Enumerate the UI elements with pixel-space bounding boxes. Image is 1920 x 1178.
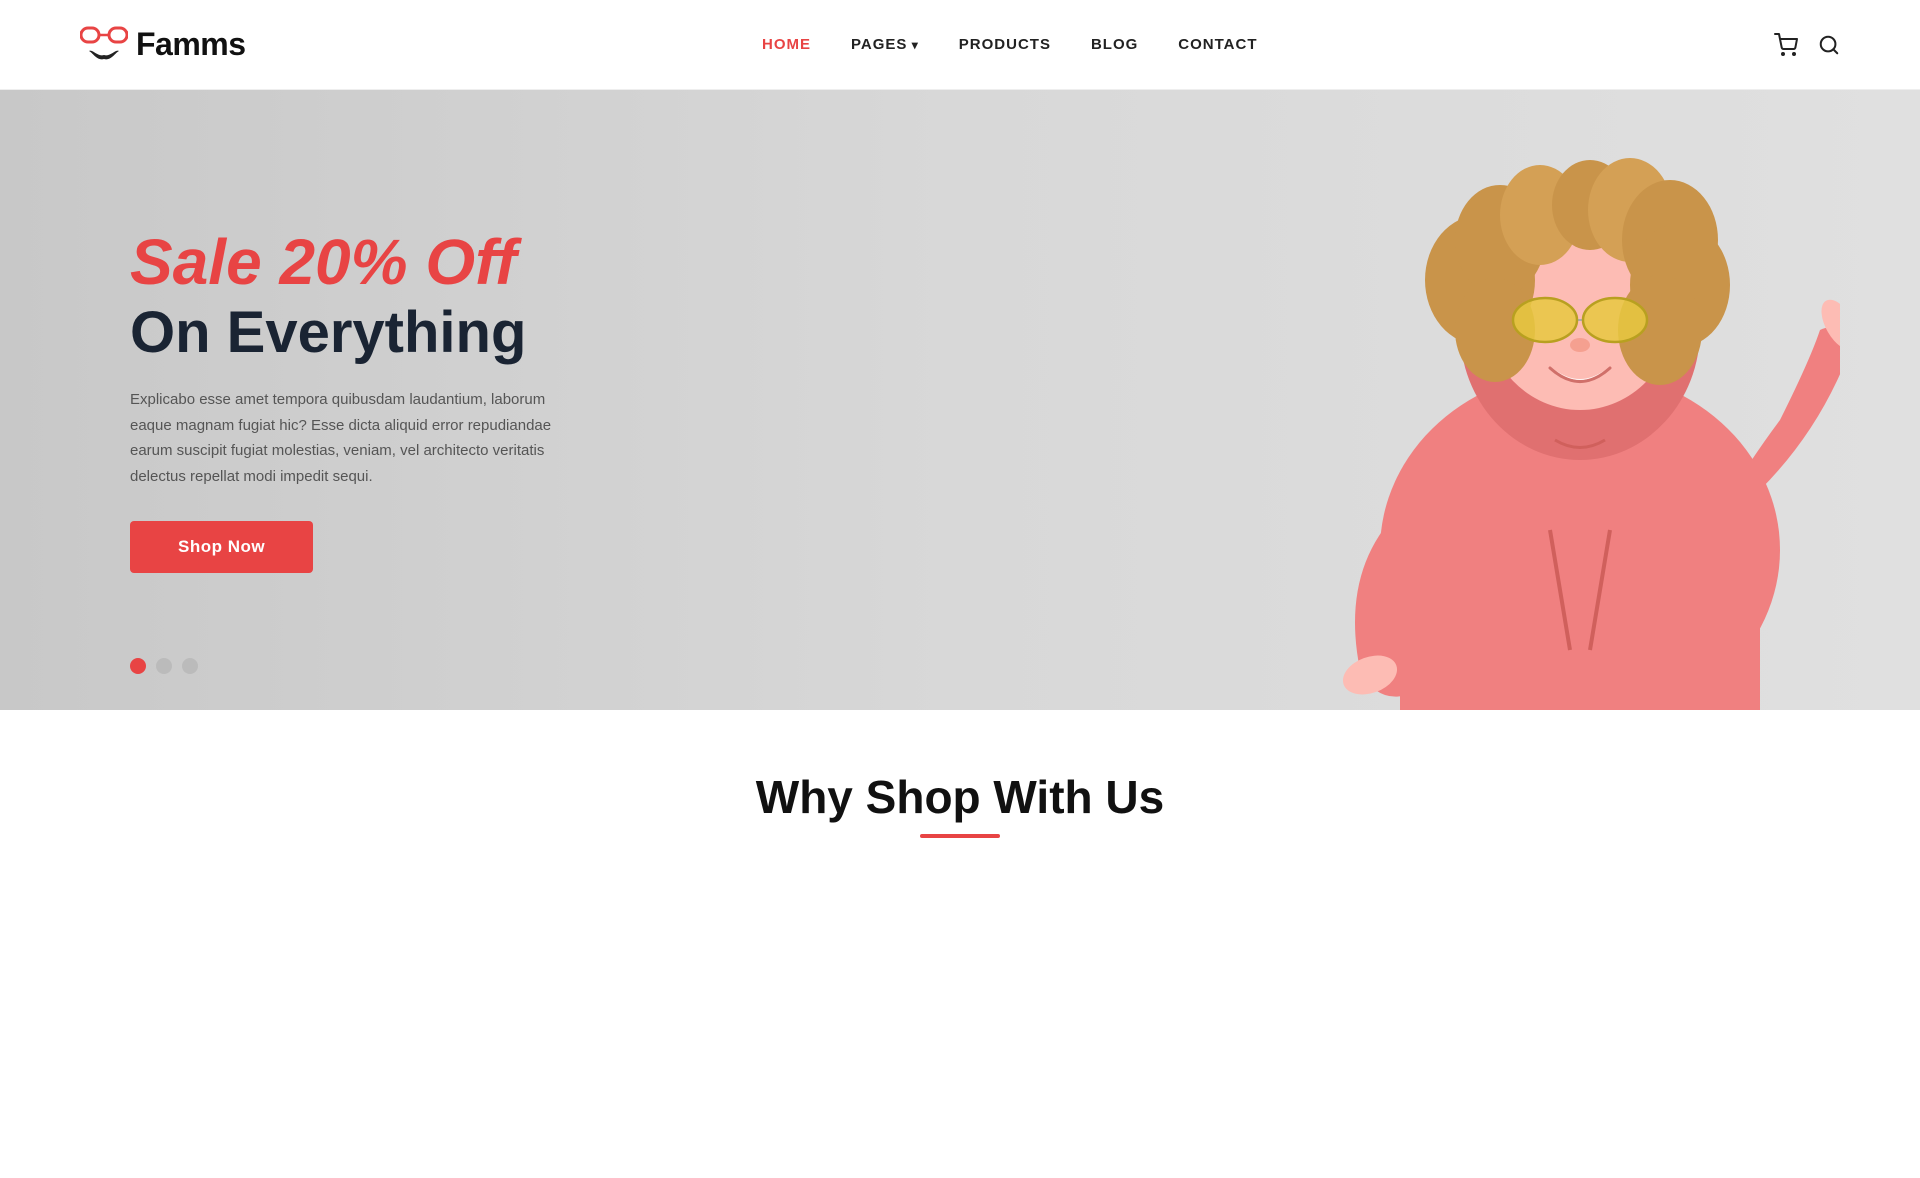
- hero-section: Sale 20% Off On Everything Explicabo ess…: [0, 90, 1920, 710]
- shop-now-button[interactable]: Shop Now: [130, 521, 313, 573]
- header: Famms HOME PAGES PRODUCTS BLOG CONTACT: [0, 0, 1920, 90]
- nav-blog[interactable]: BLOG: [1091, 36, 1138, 53]
- hero-figure: [1320, 130, 1840, 710]
- section-title: Why Shop With Us: [20, 770, 1900, 824]
- nav-pages[interactable]: PAGES: [851, 36, 919, 53]
- hero-content: Sale 20% Off On Everything Explicabo ess…: [0, 227, 700, 573]
- carousel-dot-2[interactable]: [156, 658, 172, 674]
- nav-icons: [1774, 33, 1840, 57]
- carousel-dots: [130, 658, 198, 674]
- carousel-dot-3[interactable]: [182, 658, 198, 674]
- mustache-icon: [87, 48, 121, 66]
- search-button[interactable]: [1818, 34, 1840, 56]
- logo-icon: [80, 24, 128, 66]
- hero-image-area: [768, 90, 1920, 710]
- cart-button[interactable]: [1774, 33, 1798, 57]
- logo[interactable]: Famms: [80, 24, 246, 66]
- section-underline: [920, 834, 1000, 838]
- nav-products[interactable]: PRODUCTS: [959, 36, 1051, 53]
- main-nav: HOME PAGES PRODUCTS BLOG CONTACT: [762, 36, 1258, 53]
- cart-icon: [1774, 33, 1798, 57]
- nav-home[interactable]: HOME: [762, 36, 811, 53]
- why-shop-section: Why Shop With Us: [0, 710, 1920, 868]
- hero-description: Explicabo esse amet tempora quibusdam la…: [130, 387, 570, 489]
- nav-contact[interactable]: CONTACT: [1178, 36, 1257, 53]
- logo-text: Famms: [136, 26, 246, 63]
- hero-subtitle-text: On Everything: [130, 301, 570, 365]
- hero-sale-text: Sale 20% Off: [130, 227, 570, 297]
- search-icon: [1818, 34, 1840, 56]
- carousel-dot-1[interactable]: [130, 658, 146, 674]
